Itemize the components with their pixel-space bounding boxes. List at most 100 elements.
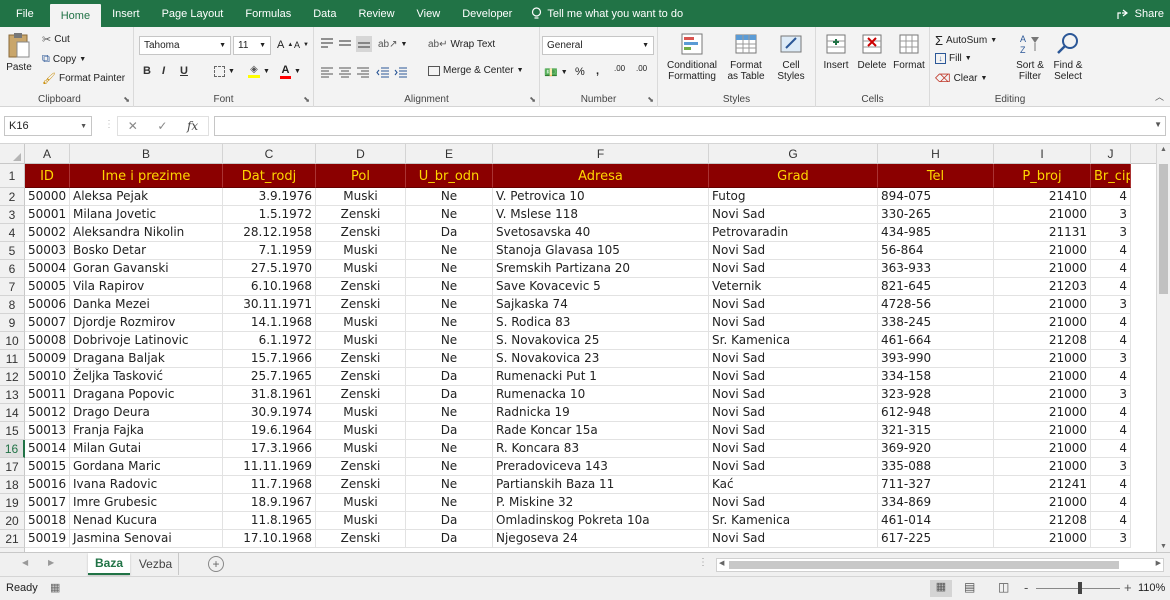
- collapse-ribbon-icon[interactable]: ︿: [1155, 90, 1164, 103]
- cell-marital[interactable]: Ne: [406, 404, 493, 422]
- row-header[interactable]: 15: [0, 422, 25, 440]
- cell-id[interactable]: 50014: [25, 440, 70, 458]
- tab-data[interactable]: Data: [302, 0, 347, 27]
- cell-br-cip[interactable]: 4: [1091, 476, 1131, 494]
- autosum-button[interactable]: Σ AutoSum ▼: [935, 33, 997, 48]
- paste-button[interactable]: Paste: [4, 31, 34, 73]
- align-left-icon[interactable]: [320, 67, 334, 79]
- row-header[interactable]: 5: [0, 242, 25, 260]
- cell-br-cip[interactable]: 3: [1091, 224, 1131, 242]
- zoom-in-button[interactable]: +: [1124, 580, 1132, 595]
- cell-address[interactable]: Njegoseva 24: [493, 530, 709, 548]
- cell-birth-date[interactable]: 1.5.1972: [223, 206, 316, 224]
- cell-br-cip[interactable]: 4: [1091, 188, 1131, 206]
- header-cell-br-cip[interactable]: Br_cip: [1091, 164, 1131, 188]
- comma-button[interactable]: ,: [596, 65, 599, 77]
- cell-birth-date[interactable]: 14.1.1968: [223, 314, 316, 332]
- cell-id[interactable]: 50012: [25, 404, 70, 422]
- cell-phone[interactable]: 711-327: [878, 476, 994, 494]
- cell-br-cip[interactable]: 4: [1091, 404, 1131, 422]
- column-header-e[interactable]: E: [406, 144, 493, 164]
- cell-address[interactable]: Rade Koncar 15a: [493, 422, 709, 440]
- cell-city[interactable]: Novi Sad: [709, 260, 878, 278]
- cell-phone[interactable]: 334-158: [878, 368, 994, 386]
- cell-marital[interactable]: Ne: [406, 350, 493, 368]
- cell-id[interactable]: 50019: [25, 530, 70, 548]
- cell-postal-code[interactable]: 21000: [994, 404, 1091, 422]
- cell-postal-code[interactable]: 21000: [994, 530, 1091, 548]
- header-cell-gender[interactable]: Pol: [316, 164, 406, 188]
- cell-address[interactable]: Rumenacka 10: [493, 386, 709, 404]
- cell-gender[interactable]: Muski: [316, 188, 406, 206]
- dialog-launcher-icon[interactable]: ⬊: [647, 95, 654, 104]
- cell-postal-code[interactable]: 21000: [994, 350, 1091, 368]
- cell-birth-date[interactable]: 11.7.1968: [223, 476, 316, 494]
- scroll-right-icon[interactable]: ▶: [1156, 559, 1161, 567]
- tell-me-box[interactable]: Tell me what you want to do: [523, 0, 683, 27]
- cell-birth-date[interactable]: 17.10.1968: [223, 530, 316, 548]
- row-header[interactable]: 6: [0, 260, 25, 278]
- tab-split-grip-icon[interactable]: ⋮: [698, 557, 708, 568]
- cell-postal-code[interactable]: 21000: [994, 494, 1091, 512]
- cell-marital[interactable]: Ne: [406, 296, 493, 314]
- cell-phone[interactable]: 4728-56: [878, 296, 994, 314]
- header-cell-marital[interactable]: U_br_odn: [406, 164, 493, 188]
- cell-postal-code[interactable]: 21208: [994, 332, 1091, 350]
- wrap-text-button[interactable]: ab↵ Wrap Text: [428, 39, 495, 50]
- cell-styles-button[interactable]: Cell Styles: [770, 31, 812, 82]
- find-select-button[interactable]: Find & Select: [1048, 31, 1088, 82]
- cell-br-cip[interactable]: 3: [1091, 206, 1131, 224]
- cell-address[interactable]: V. Petrovica 10: [493, 188, 709, 206]
- cell-marital[interactable]: Ne: [406, 278, 493, 296]
- cell-id[interactable]: 50011: [25, 386, 70, 404]
- row-header[interactable]: 2: [0, 188, 25, 206]
- enter-icon[interactable]: ✓: [157, 119, 167, 133]
- orientation-button[interactable]: ab↗ ▼: [378, 39, 407, 50]
- format-cells-button[interactable]: Format: [890, 31, 928, 71]
- column-header-g[interactable]: G: [709, 144, 878, 164]
- cell-name[interactable]: Danka Mezei: [70, 296, 223, 314]
- cell-id[interactable]: 50013: [25, 422, 70, 440]
- cell-birth-date[interactable]: 30.9.1974: [223, 404, 316, 422]
- cell-birth-date[interactable]: 6.10.1968: [223, 278, 316, 296]
- column-header-h[interactable]: H: [878, 144, 994, 164]
- cell-id[interactable]: 50002: [25, 224, 70, 242]
- row-header[interactable]: 4: [0, 224, 25, 242]
- scroll-up-icon[interactable]: ▲: [1160, 146, 1167, 153]
- cancel-icon[interactable]: ✕: [128, 119, 138, 133]
- expand-formula-icon[interactable]: ▼: [1154, 120, 1162, 129]
- horizontal-scrollbar[interactable]: ◀ ▶: [716, 558, 1164, 572]
- cell-marital[interactable]: Da: [406, 224, 493, 242]
- clear-button[interactable]: ⌫ Clear ▼: [935, 72, 987, 85]
- cell-id[interactable]: 50016: [25, 476, 70, 494]
- new-sheet-button[interactable]: +: [208, 556, 224, 572]
- cell-birth-date[interactable]: 28.12.1958: [223, 224, 316, 242]
- shrink-font-button[interactable]: A ▼: [294, 40, 309, 50]
- cell-br-cip[interactable]: 3: [1091, 350, 1131, 368]
- page-layout-view-icon[interactable]: ▤: [964, 580, 975, 594]
- cell-id[interactable]: 50010: [25, 368, 70, 386]
- cell-gender[interactable]: Zenski: [316, 530, 406, 548]
- cell-id[interactable]: 50015: [25, 458, 70, 476]
- cell-marital[interactable]: Ne: [406, 494, 493, 512]
- cell-phone[interactable]: 612-948: [878, 404, 994, 422]
- cell-marital[interactable]: Da: [406, 512, 493, 530]
- cell-phone[interactable]: 321-315: [878, 422, 994, 440]
- cell-br-cip[interactable]: 4: [1091, 260, 1131, 278]
- cell-birth-date[interactable]: 31.8.1961: [223, 386, 316, 404]
- cell-phone[interactable]: 338-245: [878, 314, 994, 332]
- cell-phone[interactable]: 369-920: [878, 440, 994, 458]
- row-header[interactable]: 9: [0, 314, 25, 332]
- header-cell-city[interactable]: Grad: [709, 164, 878, 188]
- cell-phone[interactable]: 821-645: [878, 278, 994, 296]
- header-cell-phone[interactable]: Tel: [878, 164, 994, 188]
- cell-phone[interactable]: 894-075: [878, 188, 994, 206]
- cell-postal-code[interactable]: 21241: [994, 476, 1091, 494]
- font-name-select[interactable]: Tahoma ▼: [139, 36, 231, 55]
- macro-record-icon[interactable]: ▦: [50, 581, 60, 594]
- cut-button[interactable]: ✂ Cut: [42, 33, 70, 46]
- cell-city[interactable]: Petrovaradin: [709, 224, 878, 242]
- cell-gender[interactable]: Zenski: [316, 386, 406, 404]
- delete-cells-button[interactable]: Delete: [854, 31, 890, 71]
- cell-phone[interactable]: 461-664: [878, 332, 994, 350]
